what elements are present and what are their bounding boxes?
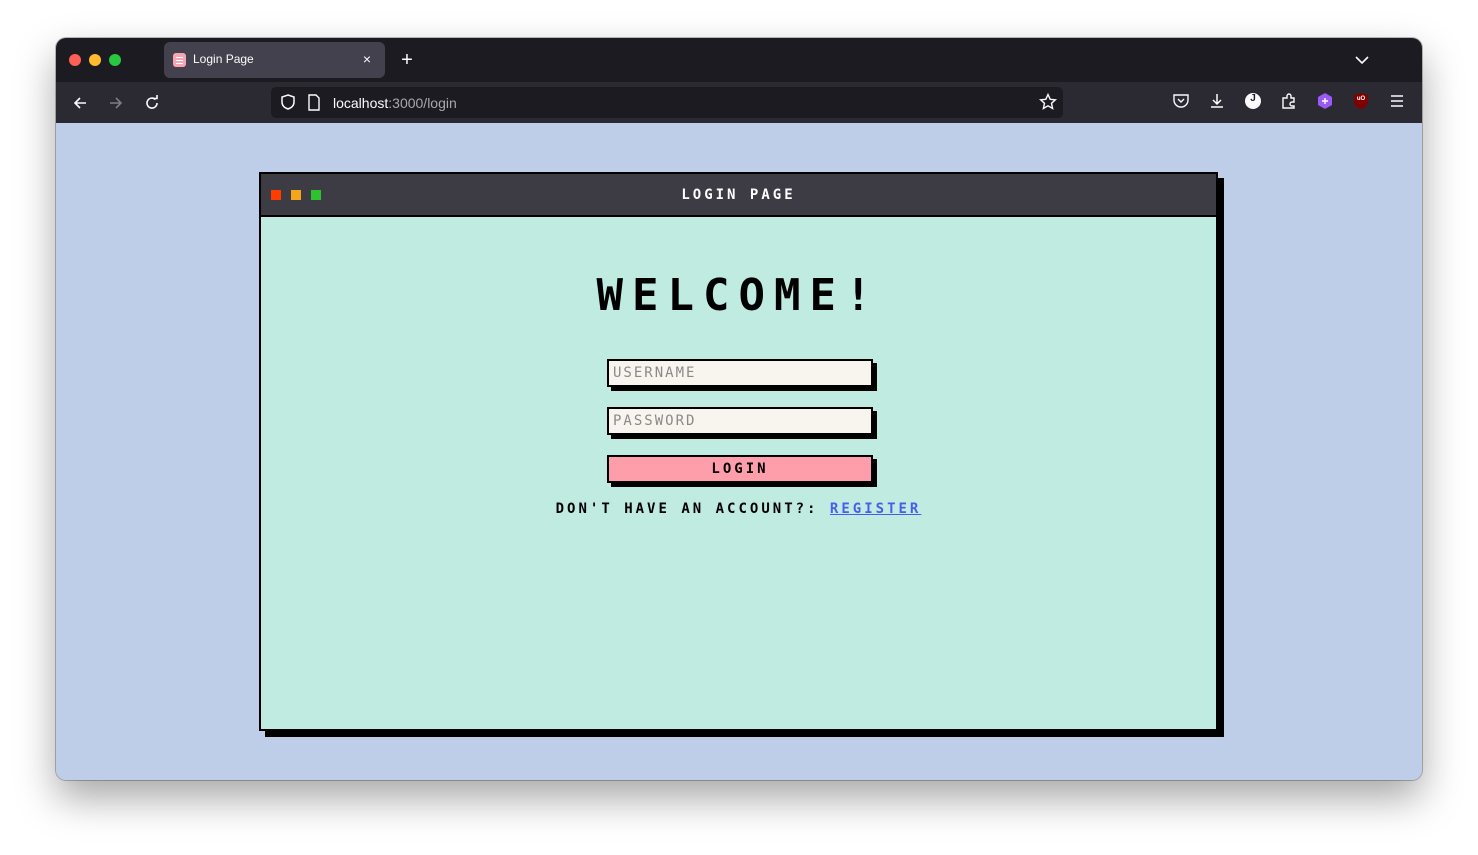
arrow-left-icon[interactable] [66, 90, 94, 116]
pocket-icon[interactable] [1172, 92, 1192, 112]
maximize-window-button[interactable] [109, 54, 121, 66]
close-window-button[interactable] [69, 54, 81, 66]
login-window: Login Page Welcome! Login Don't have an … [259, 172, 1218, 731]
minimize-window-button[interactable] [89, 54, 101, 66]
tab-login-page[interactable]: Login Page × [164, 42, 385, 78]
ublock-label: uO [1356, 96, 1366, 102]
notepad-icon [173, 53, 186, 67]
account-icon[interactable]: J [1244, 92, 1264, 112]
url-text[interactable]: localhost:3000/login [333, 95, 457, 111]
password-input[interactable] [607, 407, 873, 435]
puzzle-icon[interactable] [1280, 92, 1300, 112]
url-host: localhost [333, 95, 389, 111]
tab-title: Login Page [193, 52, 254, 66]
ublock-icon[interactable]: uO [1352, 92, 1372, 112]
extension-icon[interactable] [1316, 92, 1336, 112]
shield-icon[interactable] [279, 93, 297, 111]
arrow-right-icon[interactable] [102, 90, 130, 116]
register-link[interactable]: Register [830, 501, 921, 517]
page-icon[interactable] [307, 94, 321, 111]
register-prompt-text: Don't have an account?: [555, 501, 830, 517]
chevron-down-icon[interactable] [1352, 50, 1372, 70]
username-input[interactable] [607, 359, 873, 387]
tab-strip: Login Page × + [56, 38, 1422, 82]
account-initial: J [1250, 93, 1256, 104]
welcome-heading: Welcome! [596, 270, 881, 321]
login-window-titlebar: Login Page [261, 174, 1216, 217]
address-bar[interactable]: localhost:3000/login [271, 87, 1063, 118]
navigation-toolbar: localhost:3000/login J uO [56, 82, 1422, 123]
star-icon[interactable] [1038, 92, 1058, 111]
browser-window: Login Page × + localhost:3000/login J uO… [56, 38, 1422, 780]
register-prompt: Don't have an account?: Register [261, 501, 1216, 517]
reload-icon[interactable] [138, 90, 166, 116]
login-button[interactable]: Login [607, 455, 873, 483]
page-content: Login Page Welcome! Login Don't have an … [56, 123, 1422, 780]
login-window-title: Login Page [681, 187, 796, 203]
new-tab-button[interactable]: + [396, 48, 418, 72]
tab-close-icon[interactable]: × [357, 49, 377, 69]
download-icon[interactable] [1208, 92, 1228, 112]
hamburger-menu-icon[interactable] [1388, 92, 1408, 112]
url-path: :3000/login [388, 95, 457, 111]
